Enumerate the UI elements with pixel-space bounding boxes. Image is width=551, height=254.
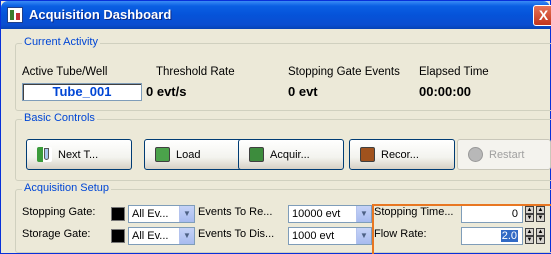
basic-controls-group: Basic Controls Next T... Load Acquir... … [15,112,551,181]
flow-rate-step-spinner[interactable]: ▲ ▼ [536,228,545,244]
acquisition-dashboard-window: Acquisition Dashboard X Current Activity… [0,0,551,254]
flow-rate-spinner[interactable]: ▲ ▼ [525,228,534,244]
close-button[interactable]: X [533,5,551,26]
restart-button[interactable]: Restart [457,139,551,170]
acquisition-setup-label: Acquisition Setup [22,182,111,194]
stopping-time-step-spinner[interactable]: ▲ ▼ [536,206,545,222]
load-icon [155,147,170,162]
stopping-gate-events-value: 0 evt [288,84,318,99]
storage-gate-label: Storage Gate: [22,228,91,240]
restart-label: Restart [489,148,525,161]
events-to-display-value: 1000 evt [292,230,335,242]
next-tube-icon [37,147,52,162]
stopping-time-spinner[interactable]: ▲ ▼ [525,206,534,222]
elapsed-time-value: 00:00:00 [419,84,472,99]
record-icon [360,147,375,162]
events-to-display-select[interactable]: 1000 evt ▼ [288,227,372,245]
spin-up-icon[interactable]: ▲ [525,206,534,214]
restart-icon [468,147,483,162]
stopping-gate-label: Stopping Gate: [22,206,96,218]
highlight-callout-top [372,204,551,206]
acquisition-setup-group: Acquisition Setup Stopping Gate: All Ev.… [15,182,551,253]
active-tube-header: Active Tube/Well [22,66,108,78]
chevron-down-icon[interactable]: ▼ [356,206,371,222]
title-bar[interactable]: Acquisition Dashboard [1,1,550,29]
load-label: Load [176,148,201,161]
acquire-label: Acquir... [270,148,310,161]
stopping-time-input[interactable]: 0 [461,205,523,223]
elapsed-time-header: Elapsed Time [419,66,489,78]
chevron-down-icon[interactable]: ▼ [179,228,194,244]
acquire-icon [249,147,264,162]
storage-gate-value: All Ev... [132,230,169,242]
events-to-record-select[interactable]: 10000 evt ▼ [288,205,372,223]
events-to-record-value: 10000 evt [292,208,341,220]
load-button[interactable]: Load [144,139,250,170]
stopping-gate-select[interactable]: All Ev... ▼ [128,205,195,223]
step-down-icon[interactable]: ▼ [536,236,545,244]
app-icon [7,7,23,23]
events-to-display-label: Events To Dis... [198,228,275,240]
active-tube-value: Tube_001 [22,83,142,101]
stopping-time-label: Stopping Time... [374,206,454,218]
current-activity-label: Current Activity [22,36,100,48]
stopping-gate-color-swatch [111,207,125,221]
flow-rate-input[interactable]: 2.0 [461,227,523,245]
stopping-gate-value: All Ev... [132,208,169,220]
stopping-gate-events-header: Stopping Gate Events [288,66,400,78]
step-up-icon[interactable]: ▲ [536,206,545,214]
storage-gate-select[interactable]: All Ev... ▼ [128,227,195,245]
threshold-rate-header: Threshold Rate [156,66,235,78]
events-to-record-label: Events To Re... [198,206,273,218]
next-tube-button[interactable]: Next T... [26,139,132,170]
threshold-rate-value: 0 evt/s [146,84,187,99]
acquire-button[interactable]: Acquir... [238,139,344,170]
window-title: Acquisition Dashboard [29,7,172,22]
record-button[interactable]: Recor... [349,139,455,170]
step-down-icon[interactable]: ▼ [536,214,545,222]
highlight-callout-left [372,204,374,254]
chevron-down-icon[interactable]: ▼ [356,228,371,244]
spin-down-icon[interactable]: ▼ [525,214,534,222]
storage-gate-color-swatch [111,229,125,243]
chevron-down-icon[interactable]: ▼ [179,206,194,222]
step-up-icon[interactable]: ▲ [536,228,545,236]
next-tube-label: Next T... [58,148,99,161]
stopping-time-value: 0 [511,208,518,220]
basic-controls-label: Basic Controls [22,112,97,124]
current-activity-group: Current Activity Active Tube/Well Thresh… [15,36,551,111]
record-label: Recor... [381,148,419,161]
flow-rate-value: 2.0 [500,230,518,242]
flow-rate-label: Flow Rate: [374,228,427,240]
spin-down-icon[interactable]: ▼ [525,236,534,244]
spin-up-icon[interactable]: ▲ [525,228,534,236]
